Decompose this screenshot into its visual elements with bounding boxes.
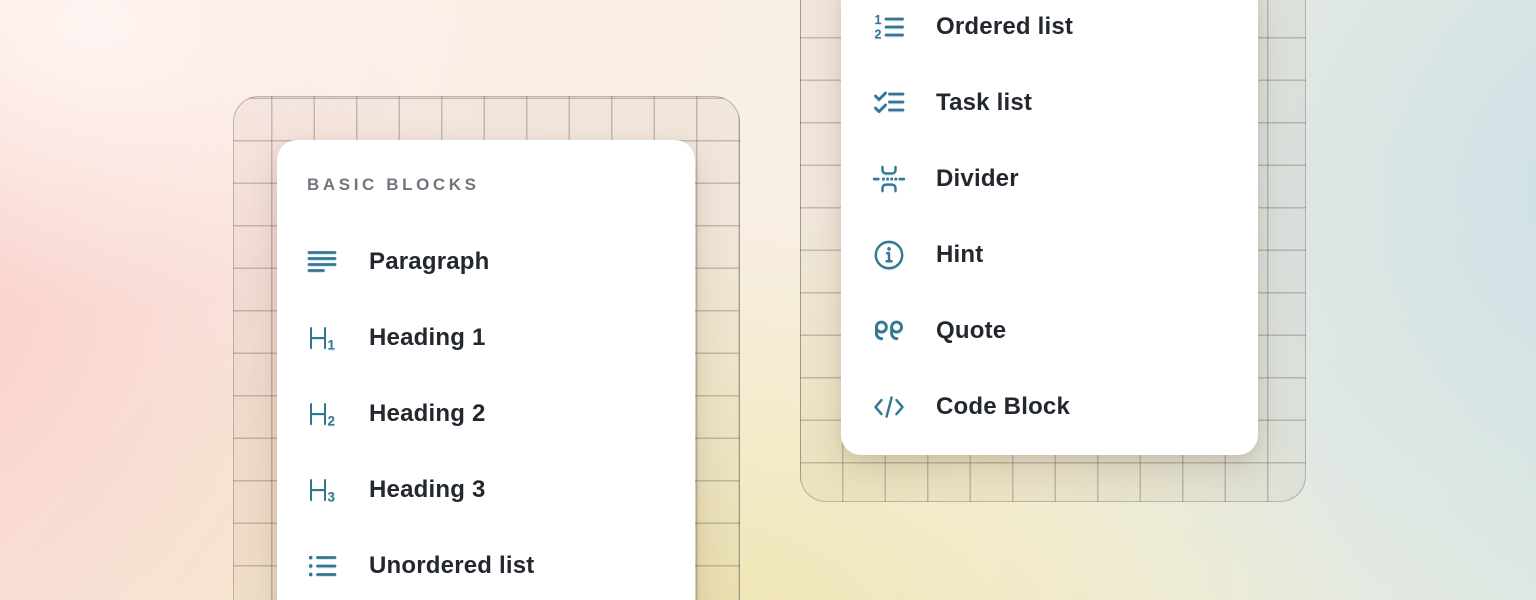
heading-2-icon: 2 [305, 397, 339, 431]
menu-item-label: Paragraph [369, 248, 490, 276]
svg-text:1: 1 [328, 338, 336, 353]
menu-item-divider[interactable]: Divider [872, 141, 1238, 217]
menu-item-label: Divider [936, 165, 1019, 193]
paragraph-icon [305, 245, 339, 279]
hint-icon [872, 238, 906, 272]
quote-icon [872, 314, 906, 348]
ordered-list-icon: 1 2 [872, 10, 906, 44]
block-menu-extended: 1 2 Ordered list Task list [841, 0, 1258, 455]
page-background: BASIC BLOCKS Paragraph 1 Heading 1 [0, 0, 1536, 600]
menu-item-heading-1[interactable]: 1 Heading 1 [305, 300, 675, 376]
menu-item-label: Hint [936, 241, 983, 269]
menu-item-label: Task list [936, 89, 1032, 117]
menu-item-label: Heading 2 [369, 400, 486, 428]
menu-item-paragraph[interactable]: Paragraph [305, 224, 675, 300]
block-menu-basic: BASIC BLOCKS Paragraph 1 Heading 1 [277, 140, 695, 600]
menu-item-label: Heading 3 [369, 476, 486, 504]
menu-item-quote[interactable]: Quote [872, 293, 1238, 369]
menu-item-unordered-list[interactable]: Unordered list [305, 528, 675, 600]
menu-item-label: Unordered list [369, 552, 535, 580]
menu-item-label: Heading 1 [369, 324, 486, 352]
menu-item-label: Quote [936, 317, 1006, 345]
section-label: BASIC BLOCKS [307, 174, 675, 196]
divider-icon [872, 162, 906, 196]
heading-3-icon: 3 [305, 473, 339, 507]
svg-text:2: 2 [875, 28, 882, 42]
unordered-list-icon [305, 549, 339, 583]
heading-1-icon: 1 [305, 321, 339, 355]
svg-text:1: 1 [875, 13, 882, 27]
menu-item-label: Code Block [936, 393, 1070, 421]
menu-item-heading-3[interactable]: 3 Heading 3 [305, 452, 675, 528]
menu-item-code-block[interactable]: Code Block [872, 369, 1238, 445]
svg-text:2: 2 [328, 414, 336, 429]
task-list-icon [872, 86, 906, 120]
menu-item-task-list[interactable]: Task list [872, 65, 1238, 141]
menu-item-heading-2[interactable]: 2 Heading 2 [305, 376, 675, 452]
menu-item-ordered-list[interactable]: 1 2 Ordered list [872, 0, 1238, 65]
code-block-icon [872, 390, 906, 424]
svg-text:3: 3 [328, 490, 336, 505]
menu-item-label: Ordered list [936, 13, 1073, 41]
menu-item-hint[interactable]: Hint [872, 217, 1238, 293]
